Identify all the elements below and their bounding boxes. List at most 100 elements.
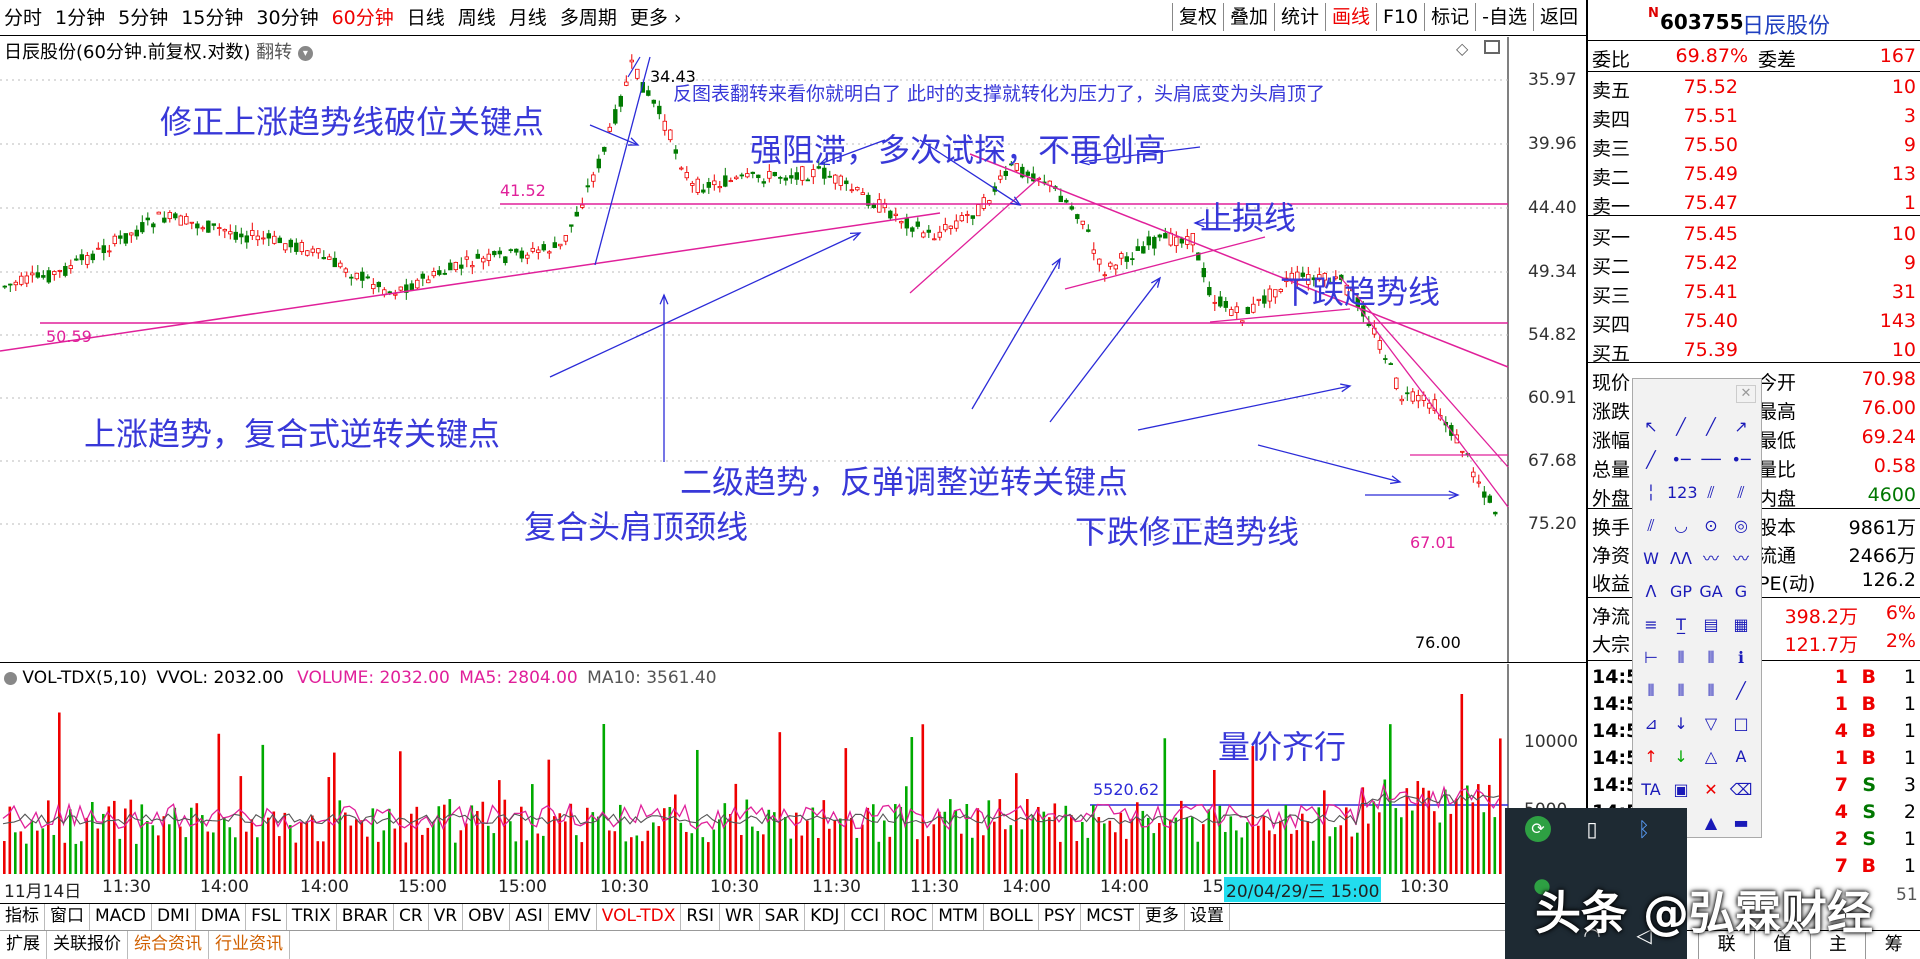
buy-row-4[interactable]: 买五 75.39 10	[1588, 337, 1920, 365]
indicator-tab-8[interactable]: CR	[394, 904, 429, 930]
tool-button-1[interactable]: 叠加	[1222, 3, 1274, 31]
period-tab-8[interactable]: 月线	[509, 4, 547, 32]
price-chart[interactable]: 日辰股份(60分钟.前复权.对数) 翻转 ▾ ◇ 35.97 39.96 44.40…	[0, 37, 1586, 663]
tool-button-2[interactable]: 统计	[1273, 3, 1325, 31]
vertical-line-icon[interactable]: ╎	[1637, 479, 1665, 507]
tool-button-0[interactable]: 复权	[1171, 3, 1223, 31]
up-arrow-red-icon[interactable]: ↑	[1637, 743, 1665, 771]
spiral-icon[interactable]: ◎	[1727, 512, 1755, 540]
curve-icon[interactable]: 〰	[1697, 545, 1725, 573]
stock-name[interactable]: 日辰股份	[1742, 8, 1830, 40]
tool-button-6[interactable]: -自选	[1475, 3, 1533, 31]
period-tab-4[interactable]: 30分钟	[256, 4, 318, 32]
segment-icon[interactable]: ╱	[1637, 446, 1665, 474]
info-tab-1[interactable]: 关联报价	[47, 931, 128, 959]
info-tab-0[interactable]: 扩展	[0, 931, 47, 959]
arrow-line-icon[interactable]: ↗	[1727, 413, 1755, 441]
sell-row-3[interactable]: 卖二 75.49 13	[1588, 161, 1920, 189]
line-icon[interactable]: ╱	[1667, 413, 1695, 441]
up-arrow-icon[interactable]: △	[1697, 743, 1725, 771]
bars-icon[interactable]: ⦀	[1697, 677, 1725, 705]
wave2-icon[interactable]: 〰	[1727, 545, 1755, 573]
indicator-tab-4[interactable]: DMA	[196, 904, 247, 930]
golden-price-icon[interactable]: GP	[1667, 578, 1695, 606]
tool-button-4[interactable]: F10	[1376, 3, 1424, 31]
grid-icon[interactable]: ▦	[1727, 611, 1755, 639]
period-icon[interactable]: ⊢	[1637, 644, 1665, 672]
wave-icon[interactable]: W	[1637, 545, 1665, 573]
indicator-tab-23[interactable]: MCST	[1081, 904, 1140, 930]
indicator-tab-2[interactable]: MACD	[90, 904, 152, 930]
text-annotation-icon[interactable]: TA	[1637, 776, 1665, 804]
cycle-icon[interactable]: ⦀	[1667, 644, 1695, 672]
period-tab-0[interactable]: 分时	[4, 4, 42, 32]
info-tab-3[interactable]: 行业资讯	[209, 931, 290, 959]
indicator-tab-17[interactable]: KDJ	[805, 904, 846, 930]
channel-icon[interactable]: ⫽	[1727, 479, 1755, 507]
parallel-channel-icon[interactable]: ⫽	[1637, 512, 1665, 540]
tool-button-5[interactable]: 标记	[1424, 3, 1475, 31]
info-icon[interactable]: ℹ	[1727, 644, 1755, 672]
gann-icon[interactable]: G	[1727, 578, 1755, 606]
parallel-lines-icon[interactable]: ⫽	[1697, 479, 1725, 507]
indicator-tab-6[interactable]: TRIX	[287, 904, 337, 930]
usb-drive-icon[interactable]: ▯	[1575, 812, 1609, 846]
up-triangle-icon[interactable]: ▲	[1697, 809, 1725, 837]
down-arrow-icon[interactable]: ↓	[1667, 710, 1695, 738]
horizontal-segment-icon[interactable]: •─	[1727, 446, 1755, 474]
indicator-tab-3[interactable]: DMI	[152, 904, 196, 930]
arc-icon[interactable]: ◡	[1667, 512, 1695, 540]
angle-icon[interactable]: ⊿	[1637, 710, 1665, 738]
triangle-wave-icon[interactable]: ᐱ	[1637, 578, 1665, 606]
sell-row-1[interactable]: 卖四 75.51 3	[1588, 103, 1920, 131]
delete-icon[interactable]: ✕	[1697, 776, 1725, 804]
fan-icon[interactable]: ⦀	[1667, 677, 1695, 705]
period-tab-3[interactable]: 15分钟	[181, 4, 243, 32]
tool-button-7[interactable]: 返回	[1532, 3, 1584, 31]
indicator-tab-21[interactable]: BOLL	[984, 904, 1039, 930]
golden-angle-icon[interactable]: GA	[1697, 578, 1725, 606]
sell-row-0[interactable]: 卖五 75.52 10	[1588, 74, 1920, 102]
period-tab-7[interactable]: 周线	[458, 4, 496, 32]
indicator-tab-9[interactable]: VR	[429, 904, 464, 930]
indicator-tab-24[interactable]: 更多	[1140, 904, 1185, 930]
speed-line-icon[interactable]: ╱	[1727, 677, 1755, 705]
period-tab-10[interactable]: 更多 ›	[630, 4, 682, 32]
down-arrow-green-icon[interactable]: ↓	[1667, 743, 1695, 771]
indicator-tab-0[interactable]: 指标	[0, 904, 45, 930]
buy-row-3[interactable]: 买四 75.40 143	[1588, 308, 1920, 336]
sell-row-2[interactable]: 卖三 75.50 9	[1588, 132, 1920, 160]
indicator-tab-1[interactable]: 窗口	[45, 904, 90, 930]
eraser-icon[interactable]: ⌫	[1727, 776, 1755, 804]
info-tab-2[interactable]: 综合资讯	[128, 931, 209, 959]
buy-row-0[interactable]: 买一 75.45 10	[1588, 221, 1920, 249]
text-icon[interactable]: A	[1727, 743, 1755, 771]
indicator-tab-12[interactable]: EMV	[549, 904, 597, 930]
ray-icon[interactable]: ╱	[1697, 413, 1725, 441]
sell-row-4[interactable]: 卖一 75.47 1	[1588, 190, 1920, 218]
pointer-icon[interactable]: ↖	[1637, 413, 1665, 441]
box-icon[interactable]: ▤	[1697, 611, 1725, 639]
bluetooth-icon[interactable]: ᛒ	[1627, 812, 1661, 846]
buy-row-1[interactable]: 买二 75.42 9	[1588, 250, 1920, 278]
square-fill-icon[interactable]: ▣	[1667, 776, 1695, 804]
fib-levels-icon[interactable]: ≡	[1637, 611, 1665, 639]
period-tab-9[interactable]: 多周期	[560, 4, 617, 32]
text-line-icon[interactable]: T̲	[1667, 611, 1695, 639]
period-tab-2[interactable]: 5分钟	[118, 4, 168, 32]
indicator-tab-20[interactable]: MTM	[933, 904, 984, 930]
horizontal-ray-icon[interactable]: •─	[1667, 446, 1695, 474]
panel-tab-5[interactable]: 筹	[1866, 931, 1920, 959]
refresh-icon[interactable]: ⟳	[1525, 816, 1551, 842]
indicator-tab-11[interactable]: ASI	[510, 904, 549, 930]
rectangle-icon[interactable]: □	[1727, 710, 1755, 738]
period-tab-5[interactable]: 60分钟	[332, 4, 394, 32]
time-zone-icon[interactable]: ⦀	[1697, 644, 1725, 672]
zigzag-icon[interactable]: ᐱᐱ	[1667, 545, 1695, 573]
buy-row-2[interactable]: 买三 75.41 31	[1588, 279, 1920, 307]
indicator-tab-22[interactable]: PSY	[1039, 904, 1082, 930]
circle-icon[interactable]: ⊙	[1697, 512, 1725, 540]
indicator-tab-14[interactable]: RSI	[681, 904, 720, 930]
indicator-tab-13[interactable]: VOL-TDX	[597, 904, 682, 930]
indicator-tab-19[interactable]: ROC	[885, 904, 934, 930]
